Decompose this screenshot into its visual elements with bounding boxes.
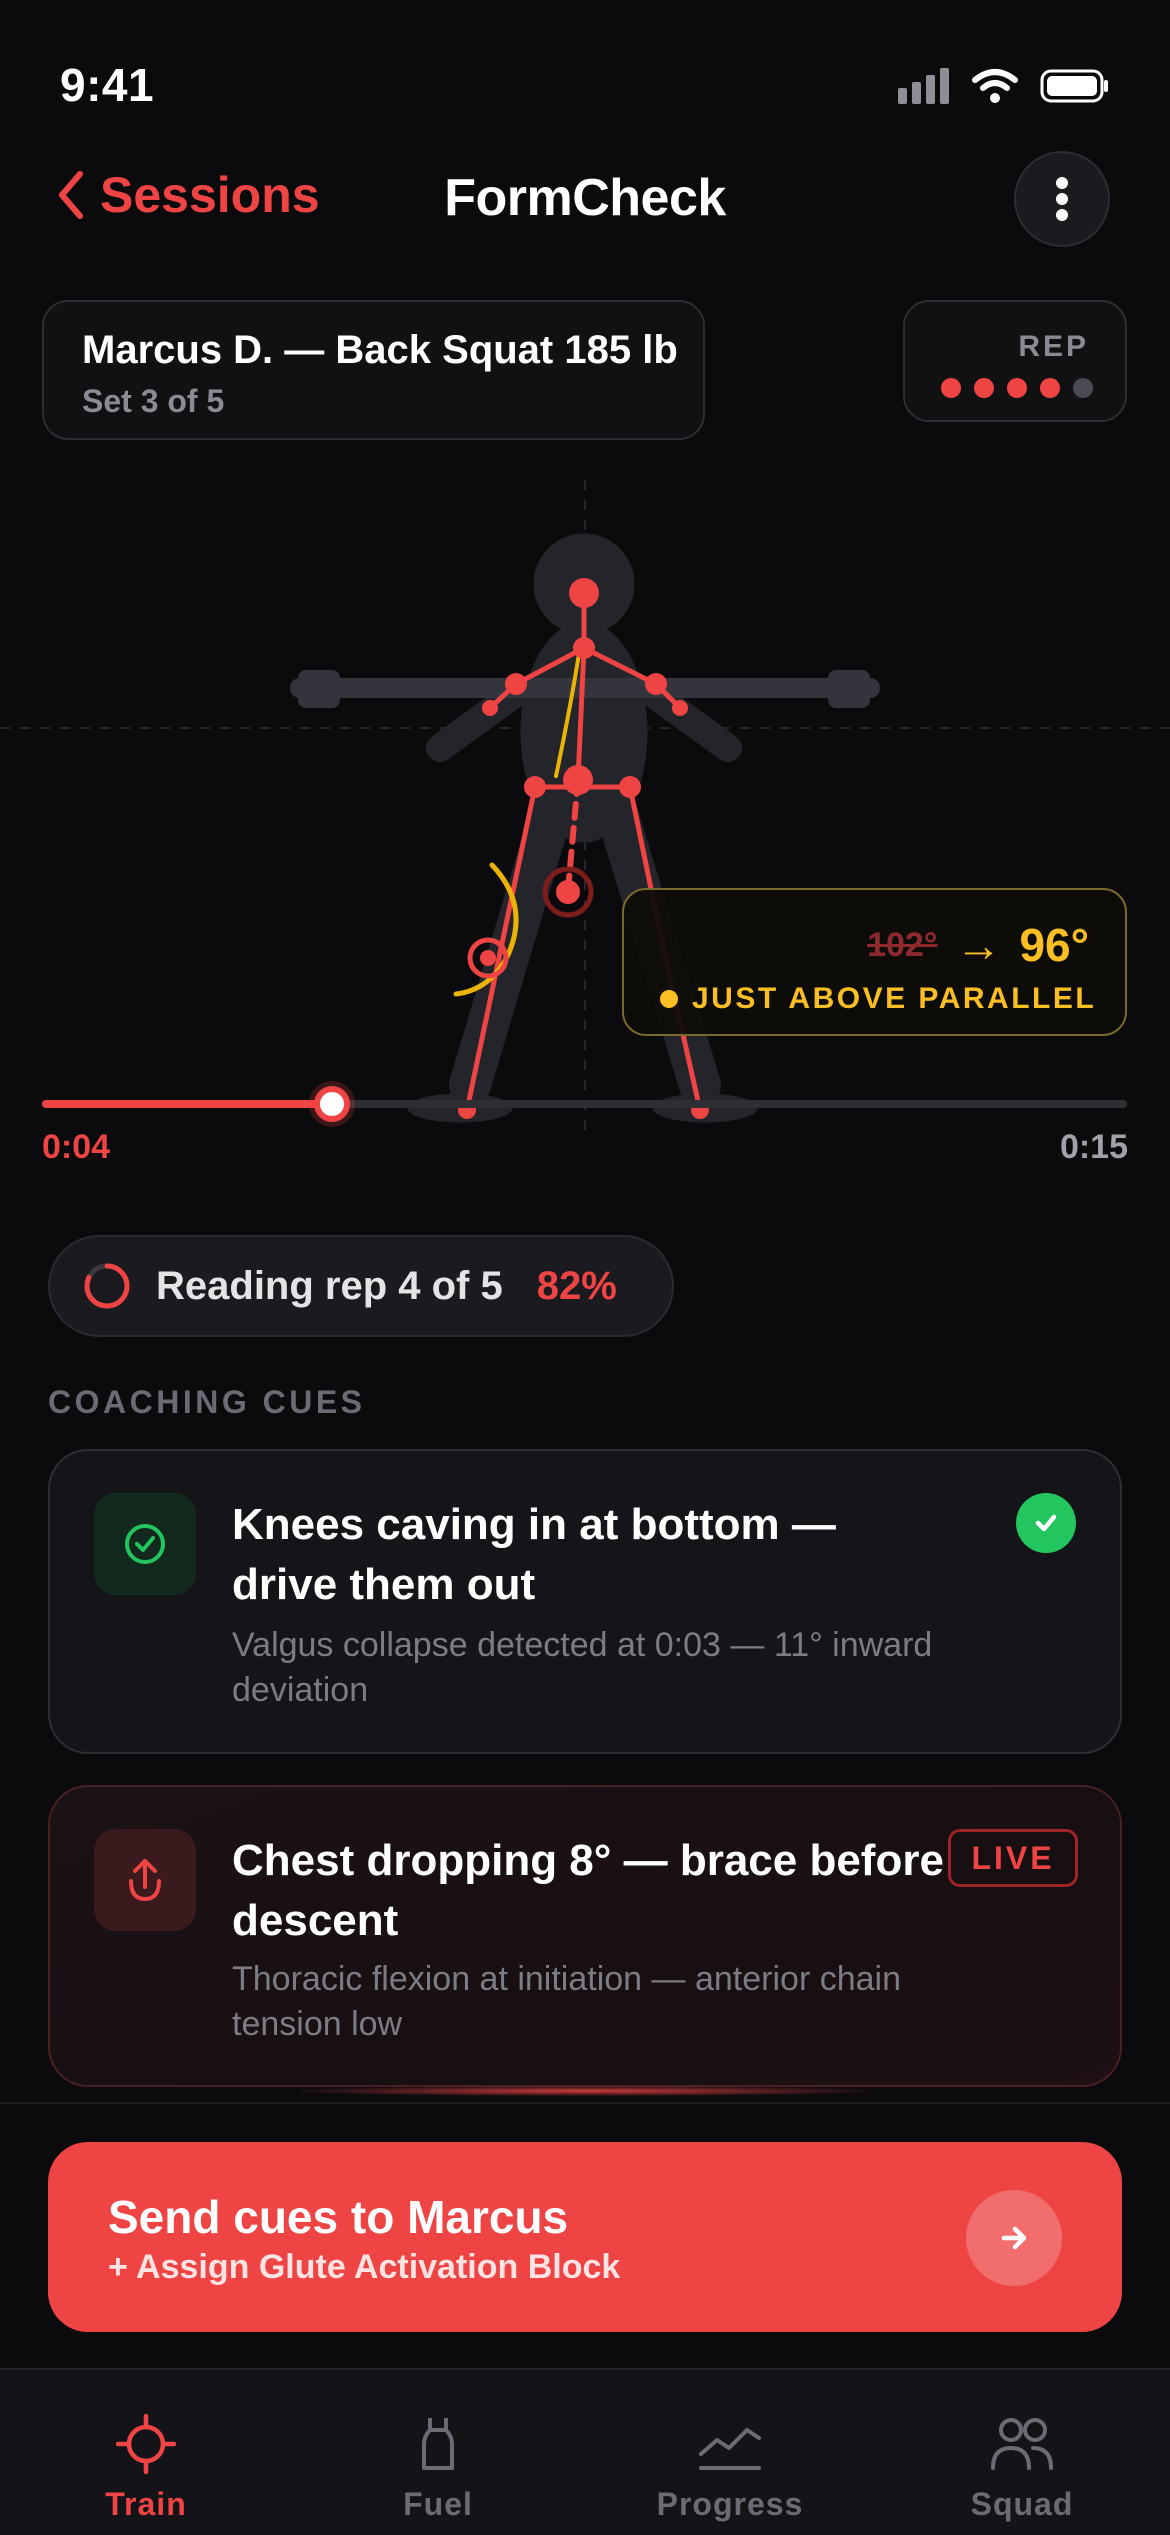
arrow-right-icon: [966, 2190, 1062, 2286]
status-icons: [898, 66, 1110, 106]
rep-dot: [1007, 378, 1027, 398]
session-athlete-lift: Marcus D. — Back Squat 185 lb: [82, 328, 678, 372]
tab-bar: Train Fuel Progress Squad: [0, 2368, 1170, 2535]
cue-detail: Thoracic flexion at initiation — anterio…: [232, 1960, 901, 2043]
playback-scrubber-handle[interactable]: [313, 1086, 350, 1122]
knee-angle-callout: 102° → 96° JUST ABOVE PARALLEL: [622, 888, 1127, 1036]
tab-progress[interactable]: Progress: [584, 2370, 876, 2535]
live-badge: LIVE: [948, 1829, 1078, 1887]
cue-icon-tile: [94, 1829, 196, 1931]
cue-icon-tile: [94, 1493, 196, 1595]
checkmark-icon: [1035, 1514, 1057, 1532]
page-title: FormCheck: [444, 169, 726, 227]
session-card: Marcus D. — Back Squat 185 lb Set 3 of 5: [42, 300, 705, 440]
cue-title: Knees caving in at bottom — drive them o…: [232, 1500, 836, 1609]
pose-visualization: [0, 480, 1170, 1140]
tab-label: Train: [105, 2486, 187, 2522]
session-set: Set 3 of 5: [82, 383, 225, 419]
more-options-button[interactable]: [1014, 151, 1110, 247]
rep-label: REP: [1018, 330, 1089, 363]
divider: [0, 2102, 1170, 2104]
tab-train[interactable]: Train: [0, 2370, 292, 2535]
current-time: 0:04: [42, 1128, 111, 1166]
cue-detail: Valgus collapse detected at 0:03 — 11° i…: [232, 1626, 933, 1709]
status-time: 9:41: [60, 59, 155, 111]
tab-label: Squad: [970, 2486, 1074, 2522]
live-indicator-glow: [300, 2086, 870, 2096]
send-cues-button[interactable]: Send cues to Marcus + Assign Glute Activ…: [48, 2142, 1122, 2332]
analysis-text: Reading rep 4 of 5: [156, 1263, 503, 1308]
cue-title: Chest dropping 8° — brace before descent: [232, 1836, 944, 1945]
cta-title: Send cues to Marcus: [108, 2191, 569, 2243]
analysis-status-pill: Reading rep 4 of 5 82%: [48, 1235, 674, 1337]
rep-dot: [1073, 378, 1093, 398]
signal-icon: [898, 68, 949, 104]
tab-label: Fuel: [403, 2486, 473, 2522]
arrow-right-icon: →: [955, 919, 1002, 971]
coaching-cue-card[interactable]: Knees caving in at bottom — drive them o…: [48, 1449, 1122, 1754]
tab-fuel[interactable]: Fuel: [292, 2370, 584, 2535]
resolved-badge: [1016, 1493, 1076, 1553]
section-heading: COACHING CUES: [48, 1384, 366, 1420]
playback-scrubber-track[interactable]: [42, 1086, 1127, 1122]
loading-ring-icon: [84, 1263, 130, 1309]
rep-indicator: REP: [903, 300, 1127, 422]
total-duration: 0:15: [1059, 1128, 1128, 1166]
crosshair-icon: [116, 2414, 176, 2474]
rep-dot: [974, 378, 994, 398]
people-icon: [991, 2418, 1053, 2470]
current-angle: 96°: [1019, 919, 1089, 971]
analysis-percent: 82%: [536, 1263, 617, 1308]
chart-icon: [699, 2428, 761, 2470]
tab-squad[interactable]: Squad: [876, 2370, 1168, 2535]
bottle-icon: [422, 2418, 454, 2470]
check-circle-icon: [125, 1524, 165, 1564]
angle-status: JUST ABOVE PARALLEL: [692, 982, 1097, 1015]
previous-angle: 102°: [867, 925, 938, 964]
rep-dot: [1040, 378, 1060, 398]
cta-subtitle: + Assign Glute Activation Block: [108, 2248, 621, 2286]
wifi-icon: [972, 69, 1018, 103]
playback-progress: [42, 1100, 332, 1108]
tab-label: Progress: [656, 2486, 804, 2522]
rep-dot: [941, 378, 961, 398]
more-vertical-icon: [1056, 177, 1068, 221]
rep-dots: [941, 378, 1093, 398]
coaching-cue-card[interactable]: Chest dropping 8° — brace before descent…: [48, 1785, 1122, 2087]
battery-icon: [1040, 69, 1108, 103]
status-dot: [660, 990, 678, 1008]
upload-icon: [129, 1859, 161, 1902]
